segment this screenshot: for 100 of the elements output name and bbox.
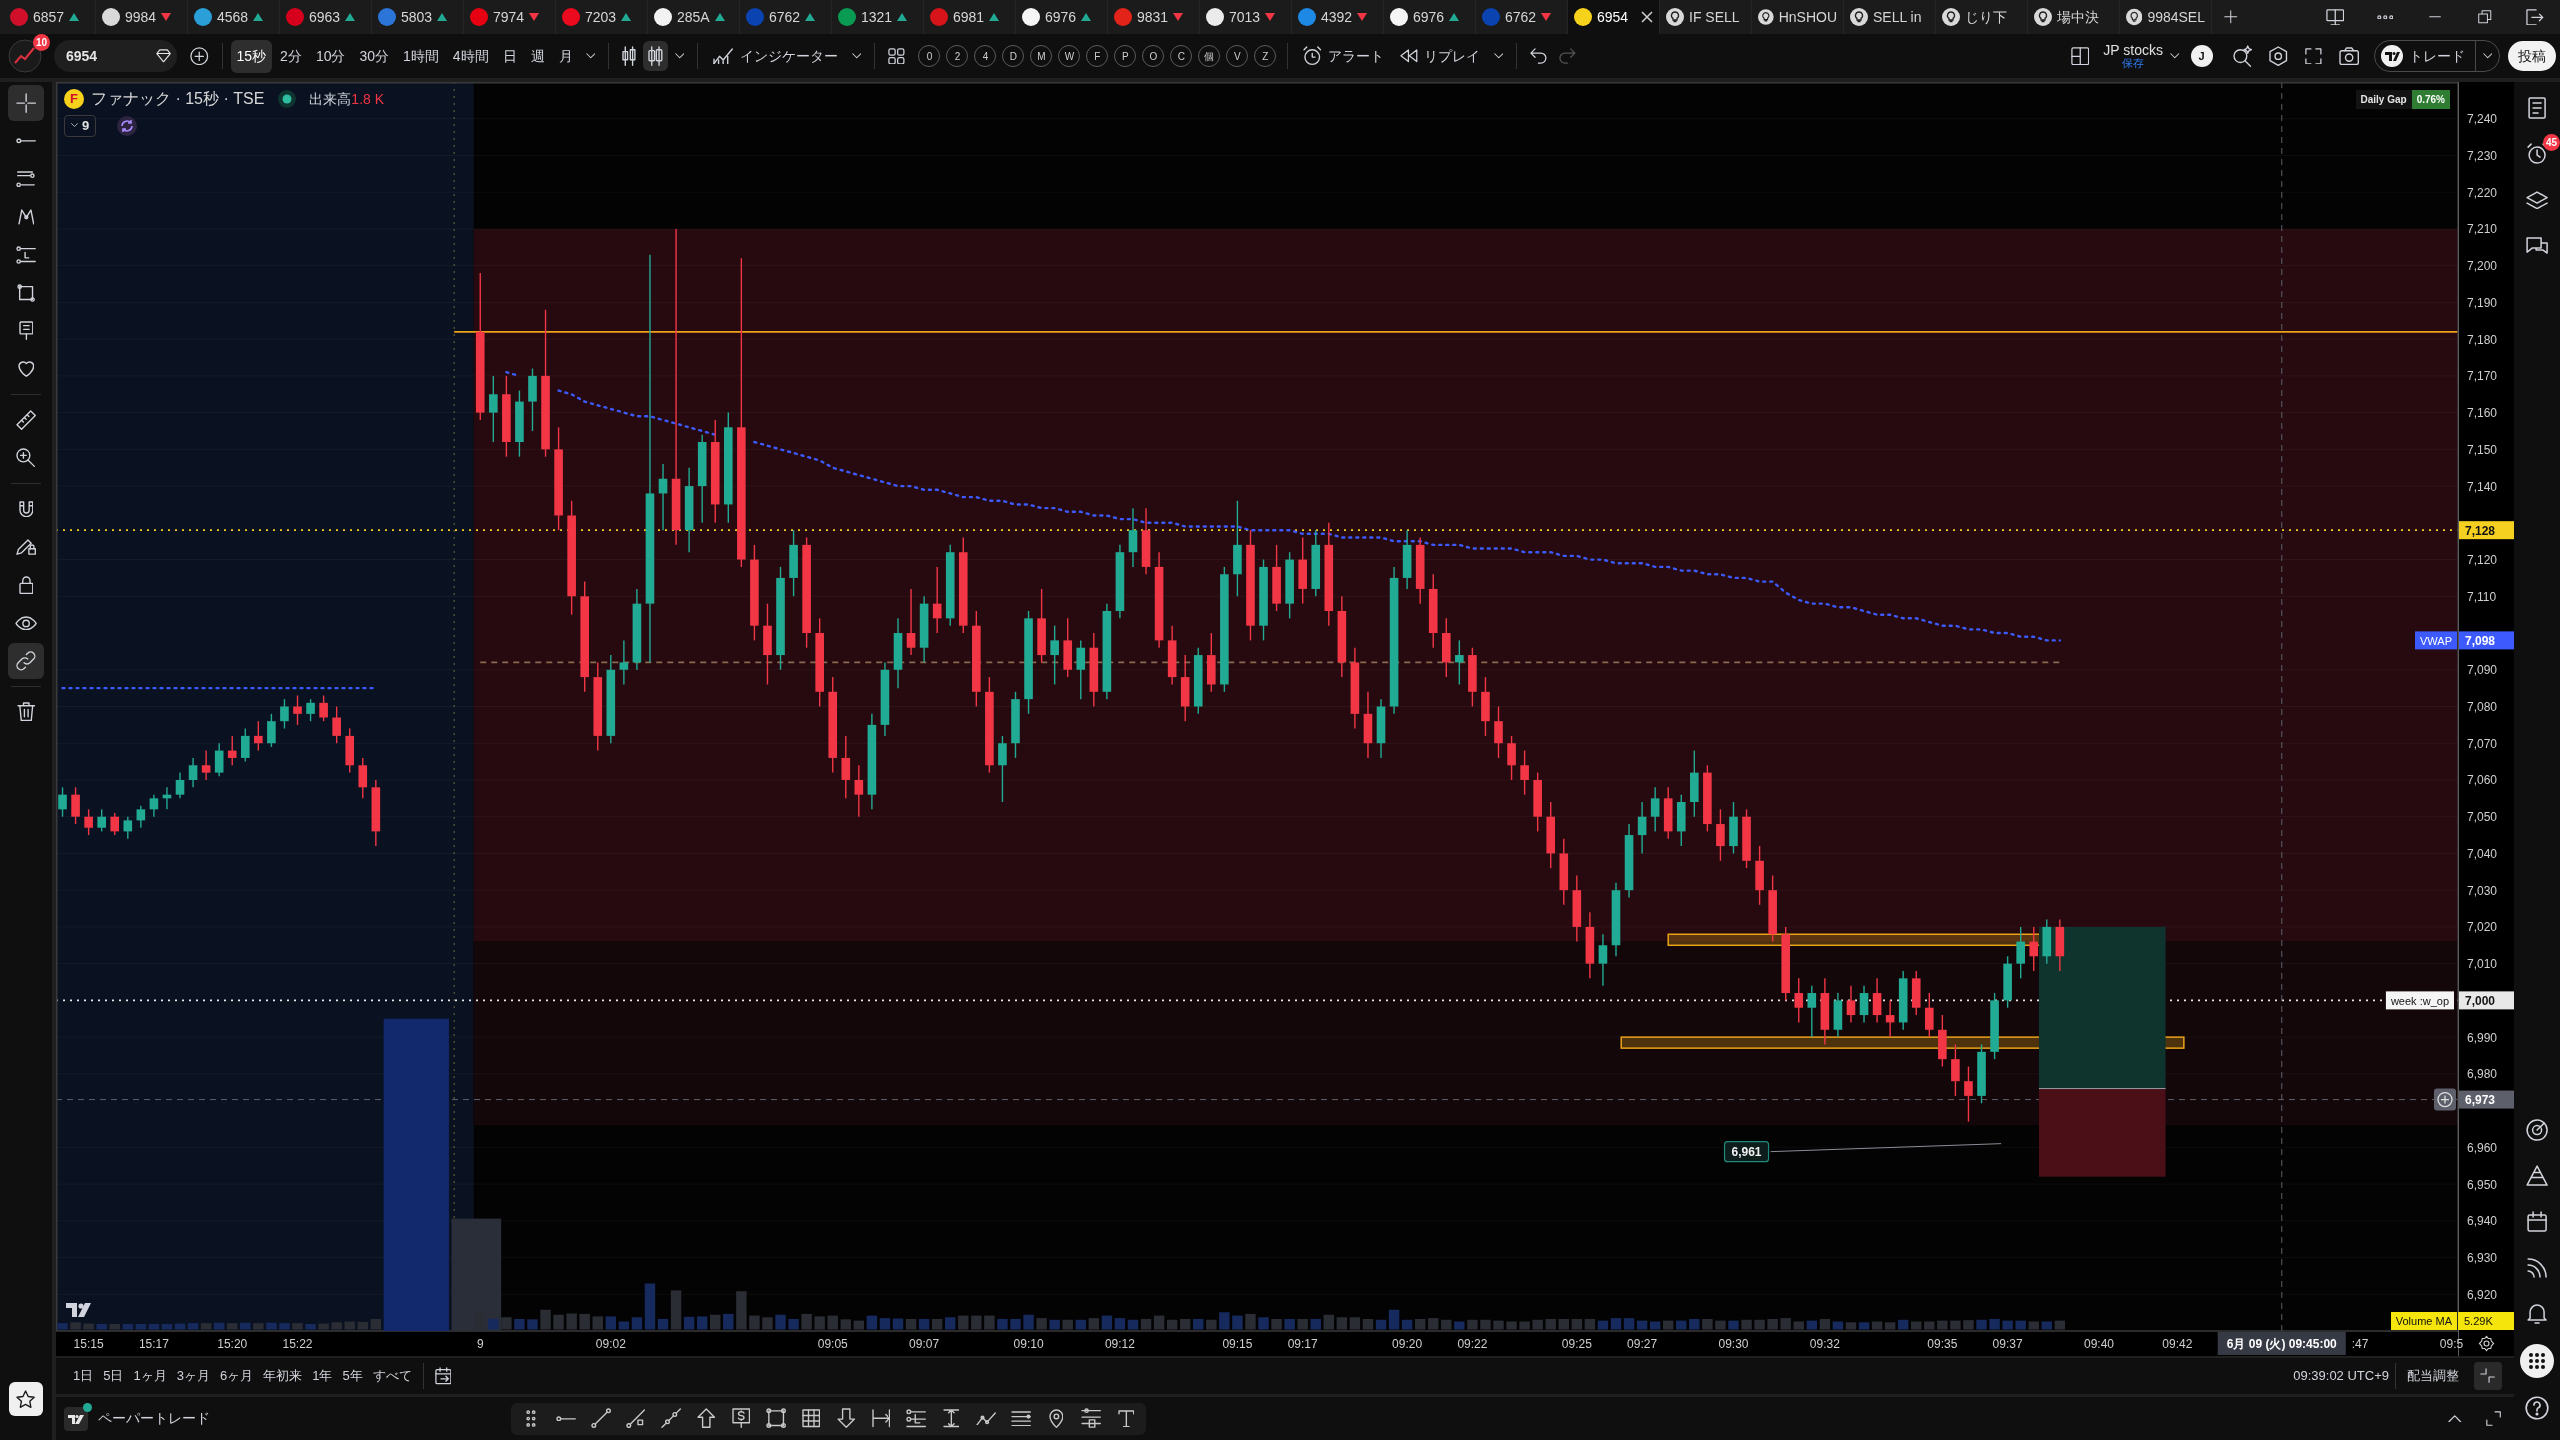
candlestick xyxy=(619,639,629,686)
publish-button[interactable]: 投稿 xyxy=(2508,41,2556,71)
candlestick xyxy=(332,705,341,744)
alarm-clock-icon xyxy=(1303,46,1322,66)
candlestick xyxy=(175,771,185,800)
candlestick xyxy=(1703,764,1712,833)
price-axis-label: 7,160 xyxy=(2467,406,2498,421)
candlestick xyxy=(1833,992,1843,1038)
candlestick xyxy=(919,595,929,664)
text-tool-icon xyxy=(1117,1409,1135,1428)
time-range-button[interactable]: 1日 xyxy=(68,1362,99,1390)
signal-waves-icon xyxy=(2526,1257,2548,1279)
favorites-button[interactable] xyxy=(9,1382,43,1416)
candlestick xyxy=(1063,617,1072,678)
interval-button[interactable]: 2分 xyxy=(274,39,308,73)
candlestick xyxy=(1520,749,1529,796)
interval-button[interactable]: 週 xyxy=(524,39,551,73)
layout-name[interactable]: JP stocks xyxy=(2103,42,2163,58)
diamond-icon xyxy=(155,49,171,63)
horizontal-lines-icon xyxy=(16,170,36,188)
candlestick xyxy=(1180,654,1190,722)
candlestick xyxy=(1193,647,1203,715)
interval-button[interactable]: 30分 xyxy=(353,39,396,73)
drawing-tool-button[interactable] xyxy=(8,643,44,679)
price-tag: 7,098 xyxy=(2459,631,2514,650)
apps-button[interactable] xyxy=(2520,1344,2554,1378)
time-range-button[interactable]: すべて xyxy=(367,1362,417,1390)
crosshair-price-tag: 6,973 xyxy=(2459,1090,2514,1109)
candlestick xyxy=(1768,874,1777,943)
candlestick xyxy=(123,816,133,840)
time-range-button[interactable]: 年初来 xyxy=(258,1362,308,1390)
interval-button[interactable]: 10分 xyxy=(309,39,352,73)
panel-title[interactable]: ペーパートレード xyxy=(98,1408,210,1429)
interval-button[interactable]: 4時間 xyxy=(446,39,495,73)
indicators-toggle-button[interactable]: 9 xyxy=(64,114,97,137)
magnet-icon xyxy=(18,500,34,518)
candlestick xyxy=(1820,977,1830,1046)
logo-icon xyxy=(64,1406,88,1431)
up-arrow-icon xyxy=(696,1408,716,1429)
collapse-button[interactable] xyxy=(2474,1362,2502,1390)
logo-icon xyxy=(2380,45,2403,67)
caret-icon xyxy=(1493,53,1504,59)
chart-tab[interactable]: 6954 xyxy=(1568,0,1660,34)
map-pin-icon xyxy=(1048,1408,1064,1429)
price-tag: 7,128 xyxy=(2459,521,2514,540)
time-range-button[interactable]: 5年 xyxy=(337,1362,368,1390)
plus-circle-icon[interactable] xyxy=(2434,1088,2456,1111)
candlestick xyxy=(254,720,263,752)
time-axis-label: 09:15 xyxy=(1222,1337,1253,1351)
time-range-button[interactable]: 5日 xyxy=(98,1362,129,1390)
chart-type-button[interactable] xyxy=(643,40,668,72)
time-range-button[interactable]: 6ヶ月 xyxy=(214,1362,259,1390)
symbol-title[interactable]: ファナック · 15秒 · TSE xyxy=(91,87,265,111)
layers-icon xyxy=(2525,190,2549,210)
candlestick xyxy=(1676,793,1686,847)
interval-button[interactable]: 1時間 xyxy=(397,39,445,73)
trash-icon xyxy=(16,702,36,722)
settings-icon[interactable] xyxy=(2479,1336,2494,1351)
candlestick xyxy=(1742,808,1751,869)
candlestick xyxy=(162,786,172,811)
calendar-arrow-icon xyxy=(434,1367,452,1385)
time-axis-label: 09:42 xyxy=(2162,1337,2193,1351)
eye-icon xyxy=(14,615,38,631)
time-range-button[interactable]: 3ヶ月 xyxy=(171,1362,215,1390)
time-axis-label: 09:02 xyxy=(595,1337,626,1351)
sync-icon[interactable] xyxy=(117,115,138,136)
interval-button[interactable]: 日 xyxy=(496,39,523,73)
candlestick xyxy=(1911,970,1921,1016)
alert-button[interactable]: アラート xyxy=(1296,40,1391,72)
dividend-adjust-button[interactable]: 配当調整 xyxy=(2402,1362,2464,1390)
time-range-button[interactable]: 1ヶ月 xyxy=(128,1362,172,1390)
drawing-tool-button[interactable] xyxy=(8,85,44,121)
time-axis-label: 09:40 xyxy=(2084,1337,2114,1351)
candlestick xyxy=(1141,507,1151,575)
candlestick xyxy=(1311,529,1321,597)
time-range-button[interactable]: 1年 xyxy=(307,1362,338,1390)
candlestick xyxy=(293,694,302,726)
chat-bubbles-icon xyxy=(2525,237,2549,255)
pyramid-icon xyxy=(2525,1165,2549,1187)
fullscreen-icon xyxy=(2304,47,2322,65)
price-note-label: 6,961 xyxy=(1723,1141,1770,1163)
user-avatar[interactable]: J xyxy=(2190,45,2213,67)
symbol-search-field[interactable]: 6954 xyxy=(54,40,177,72)
price-axis-label: 7,060 xyxy=(2467,773,2498,788)
time-axis-label: 09:35 xyxy=(1927,1337,1958,1351)
redo-icon xyxy=(1558,48,1576,64)
close-icon[interactable] xyxy=(1641,11,1653,23)
candlestick xyxy=(1637,801,1647,855)
candlestick xyxy=(1964,1065,1973,1123)
time-axis-label: 09:20 xyxy=(1392,1337,1423,1351)
replay-button[interactable]: リプレイ xyxy=(1392,40,1487,72)
ruler-icon xyxy=(15,409,37,431)
rewind-icon xyxy=(1399,49,1418,63)
candlestick xyxy=(1729,801,1738,855)
price-axis-label: 6,930 xyxy=(2467,1251,2498,1266)
interval-button[interactable]: 月 xyxy=(552,39,579,73)
candlestick xyxy=(97,808,106,833)
indicators-button[interactable]: インジケーター xyxy=(706,40,845,72)
time-axis-label: 09:32 xyxy=(1809,1337,1840,1351)
interval-button[interactable]: 15秒 xyxy=(230,39,273,73)
